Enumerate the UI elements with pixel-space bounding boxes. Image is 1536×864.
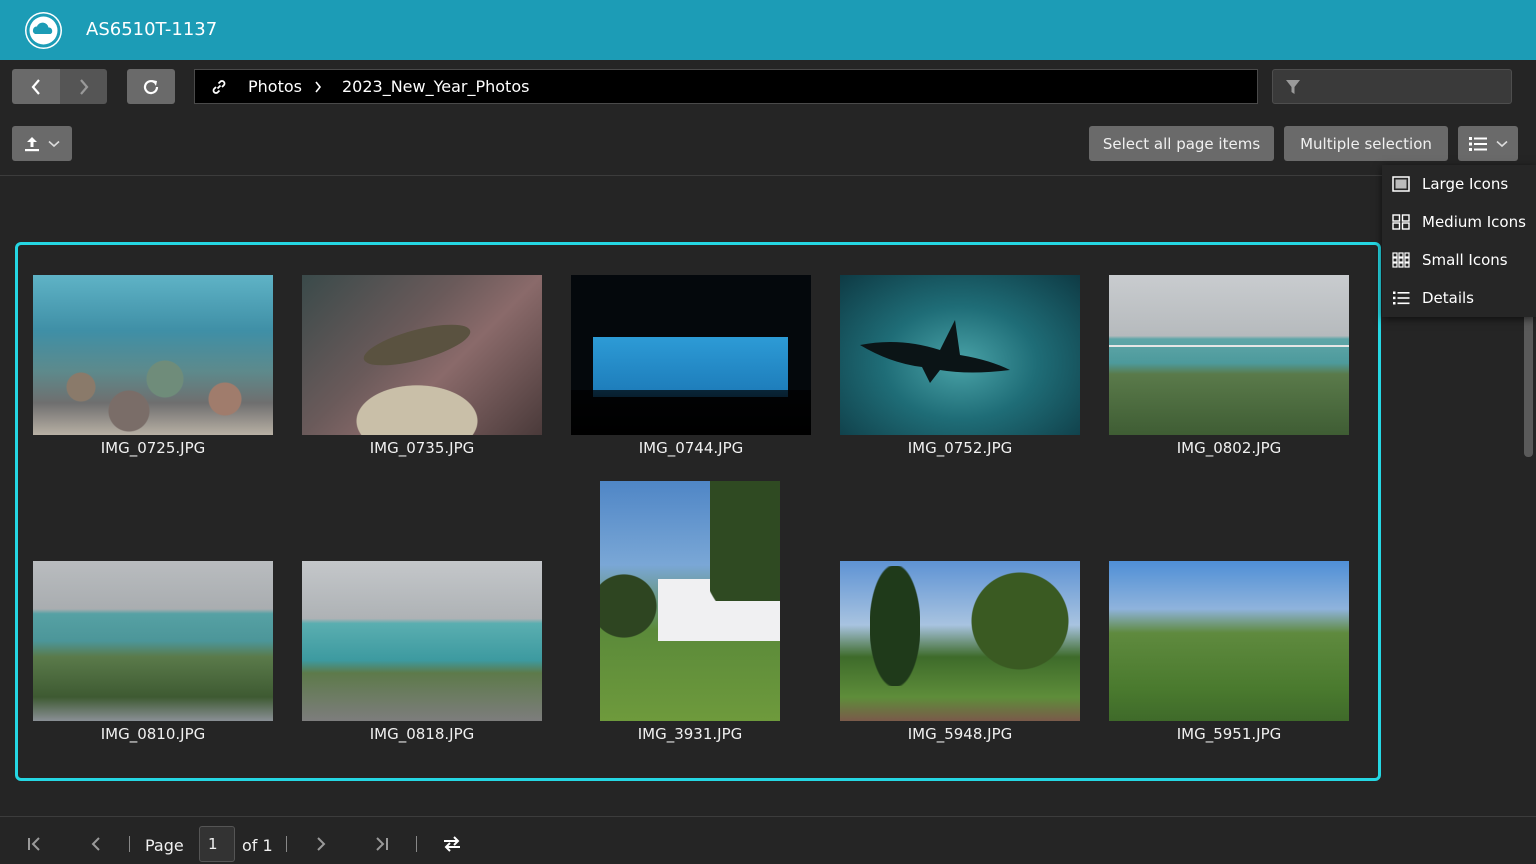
multiple-selection-button[interactable]: Multiple selection (1284, 126, 1448, 161)
page-label: Page (145, 836, 184, 855)
photo-name: IMG_0744.JPG (638, 439, 744, 457)
breadcrumb-item-current-folder[interactable]: 2023_New_Year_Photos (342, 77, 529, 96)
large-icons-icon (1390, 174, 1412, 194)
photo-tile[interactable]: IMG_0725.JPG (33, 275, 273, 457)
refresh-icon (143, 79, 159, 94)
first-page-button[interactable] (24, 834, 44, 854)
photo-name: IMG_0752.JPG (907, 439, 1013, 457)
next-page-button[interactable] (311, 834, 331, 854)
pager-separator (129, 836, 130, 852)
last-page-button[interactable] (372, 834, 392, 854)
menu-item-label: Small Icons (1422, 251, 1508, 269)
photo-name: IMG_5951.JPG (1176, 725, 1282, 743)
chevron-left-icon (91, 837, 100, 851)
last-page-icon (376, 837, 388, 851)
upload-button[interactable] (12, 126, 72, 161)
upload-icon (25, 136, 39, 151)
breadcrumb-item-photos[interactable]: Photos (248, 77, 302, 96)
photo-name: IMG_0810.JPG (100, 725, 206, 743)
photo-tile[interactable]: IMG_0752.JPG (840, 275, 1080, 457)
photo-tile[interactable]: IMG_5951.JPG (1109, 561, 1349, 743)
history-nav (12, 69, 107, 104)
vertical-scrollbar[interactable] (1524, 312, 1533, 457)
photo-name: IMG_0725.JPG (100, 439, 206, 457)
chevron-down-icon (1496, 140, 1508, 147)
footer-divider (0, 816, 1536, 817)
refresh-button[interactable] (127, 69, 175, 104)
photo-tile[interactable]: IMG_0818.JPG (302, 561, 542, 743)
toolbar-divider (0, 175, 1536, 176)
chevron-right-icon (317, 837, 326, 851)
photo-thumbnail[interactable] (1109, 275, 1349, 435)
photo-thumbnail[interactable] (840, 561, 1080, 721)
menu-item-label: Medium Icons (1422, 213, 1526, 231)
photo-name: IMG_0818.JPG (369, 725, 475, 743)
previous-page-button[interactable] (86, 834, 106, 854)
view-mode-menu: Large Icons Medium Icons Small Icons Det… (1382, 165, 1536, 317)
photo-thumbnail[interactable] (302, 275, 542, 435)
forward-button[interactable] (60, 69, 107, 104)
menu-item-label: Details (1422, 289, 1475, 307)
menu-item-large-icons[interactable]: Large Icons (1382, 165, 1536, 203)
photo-tile[interactable]: IMG_0802.JPG (1109, 275, 1349, 457)
photo-thumbnail[interactable] (1109, 561, 1349, 721)
view-mode-button[interactable] (1458, 126, 1518, 161)
menu-item-label: Large Icons (1422, 175, 1509, 193)
breadcrumb: Photos 2023_New_Year_Photos (194, 69, 1258, 104)
small-icons-icon (1390, 250, 1412, 270)
chevron-right-icon (79, 78, 88, 95)
photo-thumbnail[interactable] (840, 275, 1080, 435)
app-header: AS6510T-1137 (0, 0, 1536, 60)
photo-tile[interactable]: IMG_3931.JPG (600, 481, 780, 743)
photo-tile[interactable]: IMG_0810.JPG (33, 561, 273, 743)
photo-tile[interactable]: IMG_5948.JPG (840, 561, 1080, 743)
details-list-icon (1390, 288, 1412, 308)
back-button[interactable] (12, 69, 60, 104)
select-all-page-items-button[interactable]: Select all page items (1089, 126, 1274, 161)
chevron-down-icon (48, 140, 60, 147)
cloud-logo-icon (25, 12, 62, 49)
pager-separator (286, 836, 287, 852)
photo-thumbnail[interactable] (302, 561, 542, 721)
reload-list-button[interactable] (442, 834, 462, 854)
photo-thumbnail[interactable] (33, 561, 273, 721)
first-page-icon (28, 837, 40, 851)
swap-arrows-icon (444, 836, 460, 852)
pagination: Page of 1 (0, 824, 600, 864)
chevron-right-icon (314, 81, 322, 93)
photo-name: IMG_0802.JPG (1176, 439, 1282, 457)
page-count-label: of 1 (242, 836, 273, 855)
photo-name: IMG_0735.JPG (369, 439, 475, 457)
page-number-input[interactable] (199, 826, 235, 862)
menu-item-details[interactable]: Details (1382, 279, 1536, 317)
chevron-left-icon (31, 78, 40, 95)
link-icon (212, 79, 226, 94)
menu-item-medium-icons[interactable]: Medium Icons (1382, 203, 1536, 241)
app-title: AS6510T-1137 (86, 19, 218, 40)
medium-icons-icon (1390, 212, 1412, 232)
photo-name: IMG_3931.JPG (637, 725, 743, 743)
photo-thumbnail[interactable] (600, 481, 780, 721)
photo-thumbnail[interactable] (33, 275, 273, 435)
photo-thumbnail[interactable] (571, 275, 811, 435)
photo-tile[interactable]: IMG_0744.JPG (571, 275, 811, 457)
filter-icon (1286, 79, 1300, 94)
filter-input[interactable] (1309, 78, 1499, 95)
menu-item-small-icons[interactable]: Small Icons (1382, 241, 1536, 279)
list-view-icon (1469, 136, 1487, 151)
pager-separator (416, 836, 417, 852)
photo-name: IMG_5948.JPG (907, 725, 1013, 743)
photo-grid: IMG_0725.JPG IMG_0735.JPG IMG_0744.JPG I… (15, 242, 1381, 781)
photo-tile[interactable]: IMG_0735.JPG (302, 275, 542, 457)
filter-field[interactable] (1272, 69, 1512, 104)
